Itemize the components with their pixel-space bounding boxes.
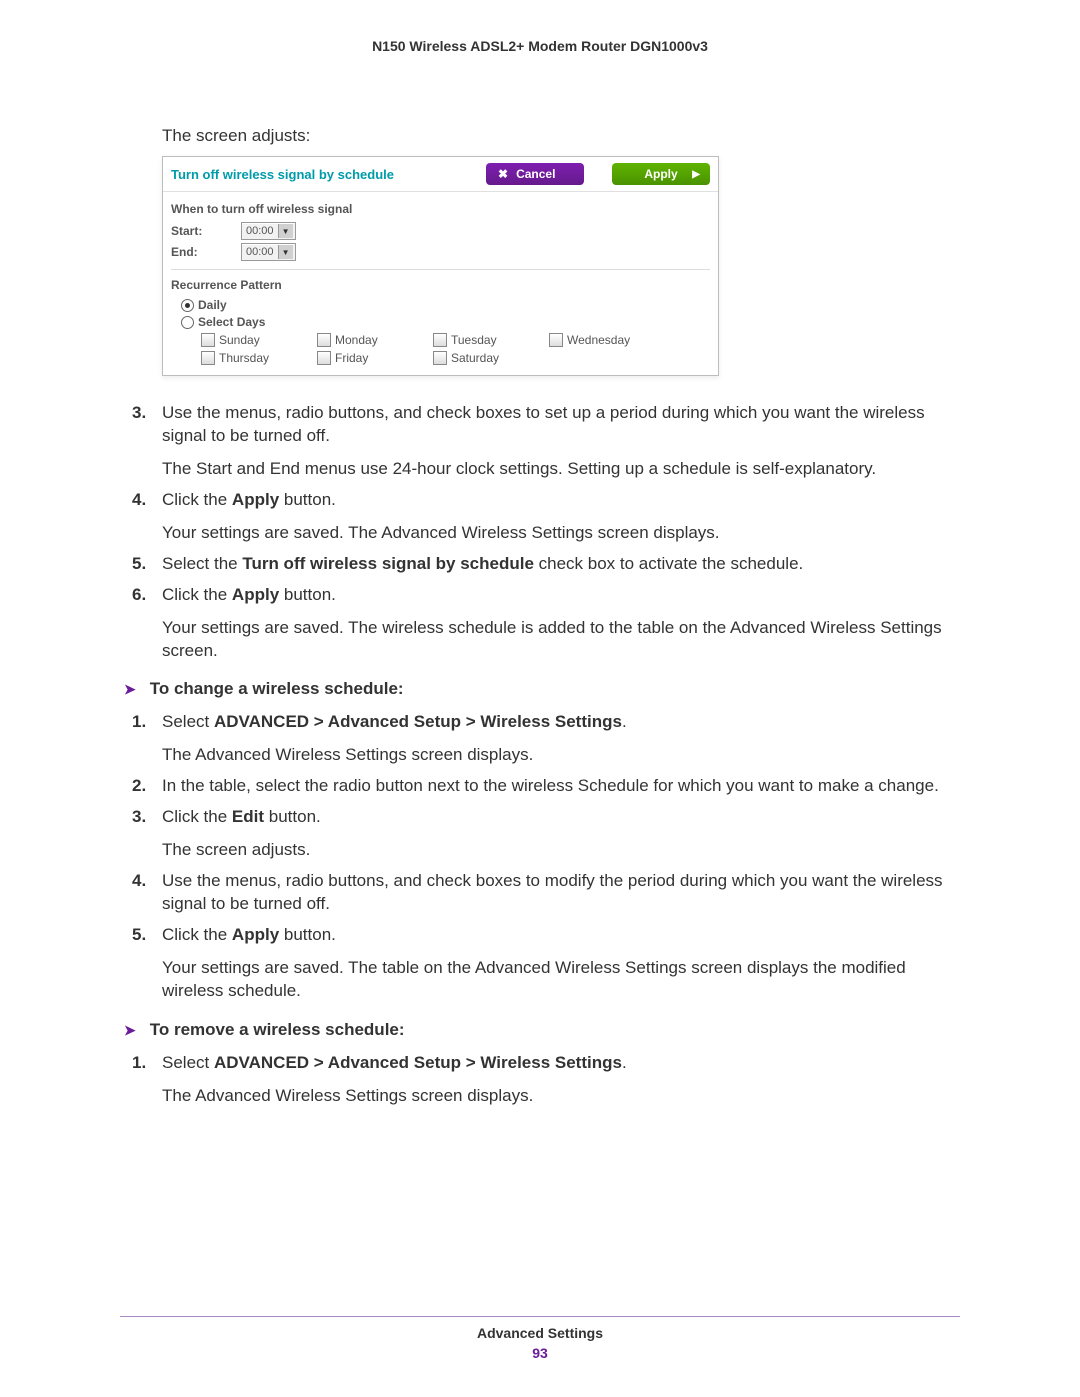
step-bold: Edit — [232, 807, 264, 826]
checkbox-wednesday[interactable] — [549, 333, 563, 347]
radio-daily[interactable] — [181, 299, 194, 312]
day-wed: Wednesday — [567, 333, 630, 347]
heading-change: ➤ To change a wireless schedule: — [124, 678, 960, 701]
steps-block-a: 3. Use the menus, radio buttons, and che… — [132, 402, 960, 1108]
day-mon: Monday — [335, 333, 378, 347]
step-pre: Click the — [162, 807, 232, 826]
apply-label: Apply — [644, 167, 677, 181]
cancel-button[interactable]: ✖ Cancel — [486, 163, 584, 185]
end-label: End: — [171, 245, 241, 259]
daily-label: Daily — [198, 298, 227, 312]
step-bold: ADVANCED > Advanced Setup > Wireless Set… — [214, 1053, 622, 1072]
checkbox-monday[interactable] — [317, 333, 331, 347]
day-tue: Tuesday — [451, 333, 497, 347]
step-num: 5. — [132, 553, 162, 576]
step-post: button. — [279, 490, 336, 509]
day-sun: Sunday — [219, 333, 260, 347]
step-sub: The Start and End menus use 24-hour cloc… — [162, 458, 960, 481]
step-pre: Click the — [162, 925, 232, 944]
footer-page-number: 93 — [0, 1345, 1080, 1361]
footer: Advanced Settings 93 — [0, 1325, 1080, 1361]
page-header-title: N150 Wireless ADSL2+ Modem Router DGN100… — [120, 38, 960, 54]
step-pre: Select — [162, 712, 214, 731]
checkbox-saturday[interactable] — [433, 351, 447, 365]
step-sub: Your settings are saved. The table on th… — [162, 957, 960, 1003]
step-bold: Turn off wireless signal by schedule — [242, 554, 534, 573]
step-sub: Your settings are saved. The Advanced Wi… — [162, 522, 960, 545]
step-post: check box to activate the schedule. — [534, 554, 803, 573]
start-label: Start: — [171, 224, 241, 238]
step-num: 6. — [132, 584, 162, 663]
step-num: 3. — [132, 402, 162, 481]
chevron-down-icon: ▼ — [278, 245, 293, 259]
cancel-label: Cancel — [516, 167, 555, 181]
triangle-icon: ➤ — [124, 678, 136, 700]
day-thu: Thursday — [219, 351, 269, 365]
start-select[interactable]: 00:00 ▼ — [241, 222, 296, 240]
section-recurrence-label: Recurrence Pattern — [171, 278, 710, 292]
checkbox-tuesday[interactable] — [433, 333, 447, 347]
step-num: 5. — [132, 924, 162, 1003]
heading-change-text: To change a wireless schedule: — [150, 678, 404, 701]
step-post: button. — [279, 585, 336, 604]
step-sub: The Advanced Wireless Settings screen di… — [162, 1085, 960, 1108]
step-sub: The Advanced Wireless Settings screen di… — [162, 744, 960, 767]
chevron-down-icon: ▼ — [278, 224, 293, 238]
start-value: 00:00 — [246, 225, 274, 237]
step-num: 3. — [132, 806, 162, 862]
schedule-panel: Turn off wireless signal by schedule ✖ C… — [162, 156, 719, 376]
triangle-icon: ➤ — [124, 1019, 136, 1041]
step-bold: Apply — [232, 490, 279, 509]
step-sub: Your settings are saved. The wireless sc… — [162, 617, 960, 663]
close-icon: ✖ — [498, 167, 508, 181]
day-fri: Friday — [335, 351, 368, 365]
step-text: In the table, select the radio button ne… — [162, 776, 939, 795]
selectdays-label: Select Days — [198, 315, 265, 329]
radio-select-days[interactable] — [181, 316, 194, 329]
footer-section: Advanced Settings — [0, 1325, 1080, 1341]
step-post: . — [622, 712, 627, 731]
step-num: 2. — [132, 775, 162, 798]
step-bold: Apply — [232, 925, 279, 944]
end-select[interactable]: 00:00 ▼ — [241, 243, 296, 261]
step-text: Use the menus, radio buttons, and check … — [162, 403, 925, 445]
step-num: 1. — [132, 711, 162, 767]
heading-remove-text: To remove a wireless schedule: — [150, 1019, 405, 1042]
checkbox-friday[interactable] — [317, 351, 331, 365]
step-pre: Click the — [162, 490, 232, 509]
section-when-label: When to turn off wireless signal — [171, 202, 710, 216]
step-post: button. — [264, 807, 321, 826]
end-value: 00:00 — [246, 246, 274, 258]
apply-arrow-icon: ▶ — [692, 169, 700, 180]
step-post: button. — [279, 925, 336, 944]
checkbox-thursday[interactable] — [201, 351, 215, 365]
apply-button[interactable]: Apply ▶ — [612, 163, 710, 185]
step-num: 4. — [132, 870, 162, 916]
step-sub: The screen adjusts. — [162, 839, 960, 862]
day-sat: Saturday — [451, 351, 499, 365]
step-post: . — [622, 1053, 627, 1072]
panel-title: Turn off wireless signal by schedule — [171, 167, 486, 182]
step-text: Use the menus, radio buttons, and check … — [162, 871, 943, 913]
footer-divider — [120, 1316, 960, 1317]
step-pre: Select — [162, 1053, 214, 1072]
step-bold: ADVANCED > Advanced Setup > Wireless Set… — [214, 712, 622, 731]
step-pre: Select the — [162, 554, 242, 573]
step-num: 1. — [132, 1052, 162, 1108]
intro-text: The screen adjusts: — [162, 126, 960, 146]
step-num: 4. — [132, 489, 162, 545]
step-bold: Apply — [232, 585, 279, 604]
step-pre: Click the — [162, 585, 232, 604]
checkbox-sunday[interactable] — [201, 333, 215, 347]
heading-remove: ➤ To remove a wireless schedule: — [124, 1019, 960, 1042]
